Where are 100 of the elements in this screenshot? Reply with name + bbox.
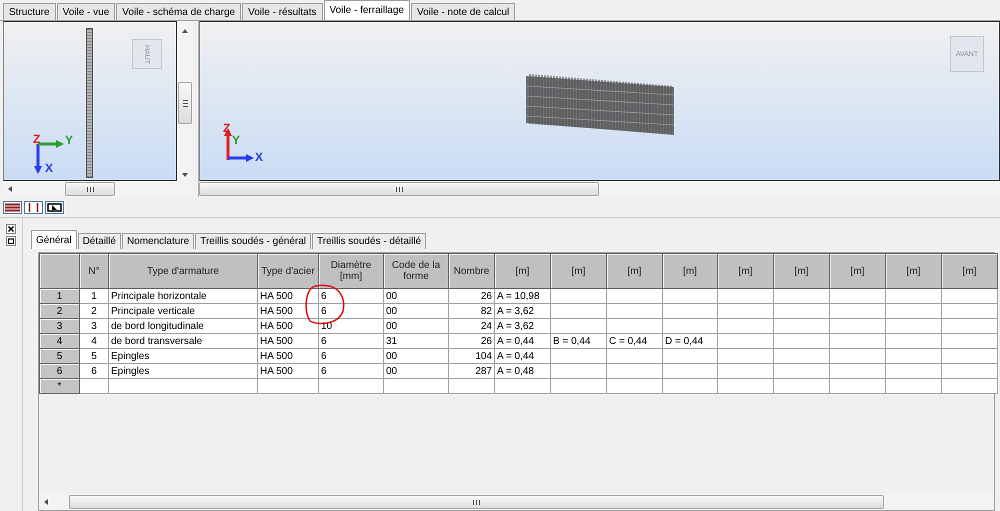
column-header[interactable]: Nombre xyxy=(448,254,494,288)
tab[interactable]: Détaillé xyxy=(78,233,121,249)
table-cell xyxy=(830,348,886,364)
table-cell xyxy=(830,288,886,304)
table-cell xyxy=(942,364,998,378)
table-cell xyxy=(774,304,830,318)
table-cell: de bord transversale xyxy=(108,334,258,348)
table-cell xyxy=(718,304,774,318)
table-cell: HA 500 xyxy=(258,348,318,364)
column-header[interactable]: [m] xyxy=(774,254,830,288)
table-cell: 00 xyxy=(384,364,448,378)
column-header[interactable]: [m] xyxy=(662,254,718,288)
table-cell xyxy=(606,288,662,304)
grip-icon xyxy=(182,100,188,106)
table-cell xyxy=(550,288,606,304)
axis-label: Y xyxy=(65,134,74,146)
table-cell xyxy=(942,318,998,334)
tab[interactable]: Voile - ferraillage xyxy=(324,0,410,20)
scrollbar-thumb[interactable] xyxy=(178,82,192,124)
axis-label: Z xyxy=(33,133,40,145)
table-cell xyxy=(718,318,774,334)
row-header[interactable]: 3 xyxy=(40,318,80,334)
column-header[interactable]: Code de la forme xyxy=(384,254,448,288)
table-cell: B = 0,44 xyxy=(550,334,606,348)
table-cell xyxy=(384,378,448,394)
scrollbar-thumb[interactable] xyxy=(199,182,599,196)
table-cell: 5 xyxy=(80,348,108,364)
vertical-bars-button[interactable] xyxy=(24,200,43,214)
table-cell: 4 xyxy=(80,334,108,348)
table-cell xyxy=(942,348,998,364)
tab[interactable]: Structure xyxy=(3,3,56,20)
table-cell: A = 3,62 xyxy=(494,304,550,318)
table-cell: A = 0,44 xyxy=(494,334,550,348)
table-cell xyxy=(774,364,830,378)
row-header[interactable]: 1 xyxy=(40,288,80,304)
table-cell xyxy=(886,334,942,348)
column-header[interactable]: Type d'armature xyxy=(108,254,258,288)
table-cell: C = 0,44 xyxy=(606,334,662,348)
table-cell: HA 500 xyxy=(258,334,318,348)
scroll-left-icon[interactable] xyxy=(44,499,48,505)
tab[interactable]: Voile - vue xyxy=(56,3,116,20)
restore-icon[interactable] xyxy=(6,236,16,246)
row-header[interactable]: 5 xyxy=(40,348,80,364)
column-header[interactable]: [m] xyxy=(606,254,662,288)
table-cell: 1 xyxy=(80,288,108,304)
column-header[interactable]: Type d'acier xyxy=(258,254,318,288)
column-header[interactable]: N° xyxy=(80,254,108,288)
table-cell: 2 xyxy=(80,304,108,318)
column-header[interactable]: [m] xyxy=(942,254,998,288)
table-cell: Epingles xyxy=(108,348,258,364)
tab[interactable]: Voile - note de calcul xyxy=(410,3,516,20)
table-cell xyxy=(494,378,550,394)
table-cell xyxy=(718,348,774,364)
tab[interactable]: Nomenclature xyxy=(122,233,194,249)
column-header[interactable]: [m] xyxy=(550,254,606,288)
table-cell: 26 xyxy=(448,288,494,304)
table-cell xyxy=(662,364,718,378)
table-cell xyxy=(942,288,998,304)
column-header[interactable]: [m] xyxy=(718,254,774,288)
scrollbar-thumb[interactable] xyxy=(69,495,884,509)
table-cell xyxy=(550,364,606,378)
tab[interactable]: Voile - résultats xyxy=(242,3,322,20)
tab[interactable]: Voile - schéma de charge xyxy=(116,3,242,20)
table-cell xyxy=(942,334,998,348)
table-cell xyxy=(718,334,774,348)
table-cell: 00 xyxy=(384,348,448,364)
scroll-up-icon[interactable] xyxy=(182,29,188,33)
column-header[interactable]: [m] xyxy=(886,254,942,288)
table-cell xyxy=(886,318,942,334)
table-cell xyxy=(662,378,718,394)
column-header[interactable]: Diamètre [mm] xyxy=(318,254,384,288)
column-header[interactable]: [m] xyxy=(830,254,886,288)
table-cell: D = 0,44 xyxy=(662,334,718,348)
table-cell xyxy=(774,378,830,394)
close-icon[interactable] xyxy=(6,224,16,234)
table-cell: HA 500 xyxy=(258,364,318,378)
axis-label: Y xyxy=(232,134,240,146)
table-cell: 00 xyxy=(384,304,448,318)
table-cell xyxy=(774,348,830,364)
column-header[interactable]: [m] xyxy=(494,254,550,288)
table-cell xyxy=(318,378,384,394)
vertical-bars-icon xyxy=(26,202,41,212)
row-header[interactable]: 4 xyxy=(40,334,80,348)
tab[interactable]: Général xyxy=(31,230,77,249)
table-cell: 6 xyxy=(318,334,384,348)
row-header[interactable]: 6 xyxy=(40,364,80,378)
row-header[interactable]: * xyxy=(40,378,80,394)
table-cell xyxy=(606,318,662,334)
row-header[interactable]: 2 xyxy=(40,304,80,318)
corner-header xyxy=(40,254,80,288)
scroll-left-icon[interactable] xyxy=(8,186,12,192)
table-cell xyxy=(886,364,942,378)
tab[interactable]: Treillis soudés - détaillé xyxy=(312,233,426,249)
scroll-down-icon[interactable] xyxy=(182,173,188,177)
grip-icon xyxy=(473,500,480,504)
tab[interactable]: Treillis soudés - général xyxy=(195,233,311,249)
table-cell xyxy=(606,348,662,364)
section-view-button[interactable] xyxy=(45,200,64,214)
scrollbar-thumb[interactable] xyxy=(65,182,115,196)
horizontal-bars-button[interactable] xyxy=(3,200,22,214)
